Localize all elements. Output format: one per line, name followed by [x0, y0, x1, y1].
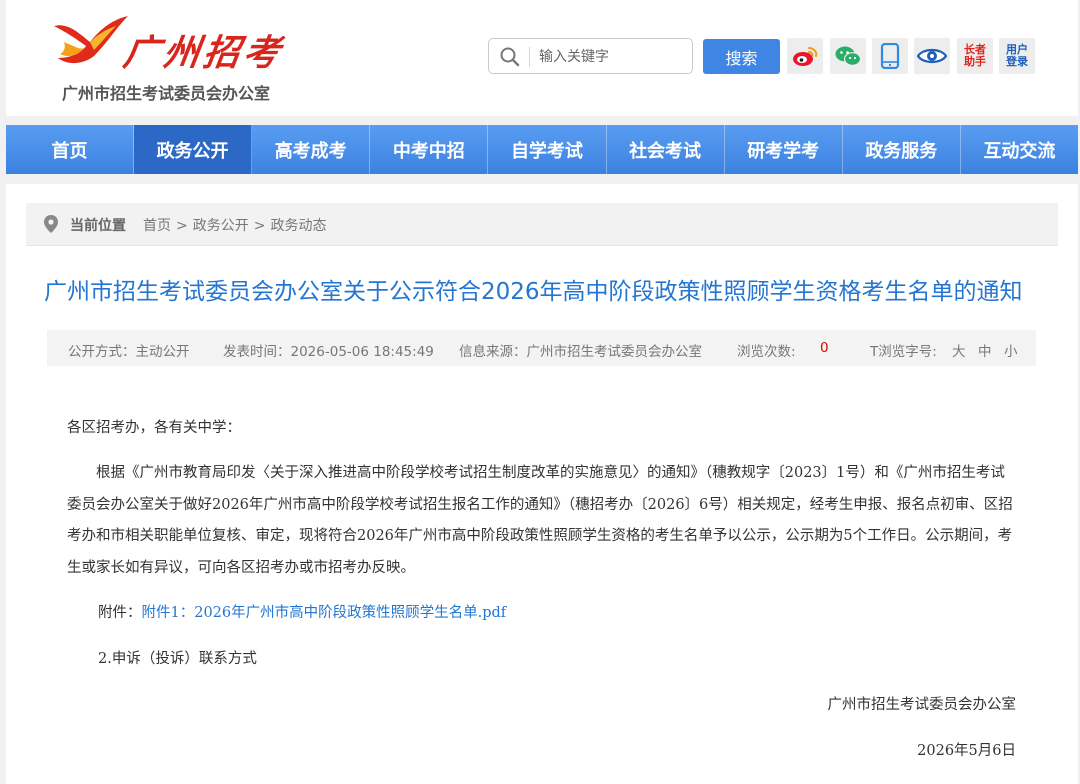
article-title: 广州市招生考试委员会办公室关于公示符合2026年高中阶段政策性照顾学生资格考生名…	[44, 279, 1023, 305]
font-size-medium[interactable]: 中	[978, 340, 992, 360]
breadcrumb-link-government-news[interactable]: 政务动态	[270, 218, 326, 234]
nav-item-college-exam[interactable]: 高考成考	[252, 125, 371, 174]
nav-item-government-affairs[interactable]: 政务公开	[134, 125, 253, 174]
search-icon[interactable]	[499, 46, 521, 68]
article-greeting: 各区招考办，各有关中学：	[67, 420, 241, 436]
wechat-icon	[835, 46, 862, 66]
user-login-button[interactable]: 用户 登录	[999, 38, 1035, 74]
attachment-line: 附件：附件1：2026年广州市高中阶段政策性照顾学生名单.pdf	[98, 601, 1058, 622]
weibo-button[interactable]	[787, 38, 823, 74]
user-login-icon: 用户 登录	[1006, 43, 1028, 68]
nav-item-graduate-exam[interactable]: 研考学考	[725, 125, 843, 174]
attachment-label: 附件：	[98, 605, 142, 621]
article-paragraph: 根据《广州市教育局印发〈关于深入推进高中阶段学校考试招生制度改革的实施意见〉的通…	[67, 465, 1013, 576]
font-size-small[interactable]: 小	[1004, 340, 1018, 360]
search-box	[488, 38, 693, 74]
location-pin-icon	[44, 215, 58, 233]
logo-text: 广州招考	[120, 32, 287, 74]
site-logo[interactable]: 广州招考 广州市招生考试委员会办公室	[50, 10, 290, 110]
signature-org: 广州市招生考试委员会办公室	[827, 697, 1017, 713]
breadcrumb-path: 首页 > 政务公开 > 政务动态	[143, 215, 326, 235]
logo-org-name: 广州市招生考试委员会办公室	[62, 84, 271, 103]
weibo-icon	[793, 47, 818, 66]
appeal-contact: 2.申诉（投诉）联系方式	[98, 651, 257, 667]
breadcrumb-separator: >	[176, 218, 188, 234]
site-header: 广州招考 广州市招生考试委员会办公室 搜索	[6, 0, 1078, 116]
breadcrumb: 当前位置 首页 > 政务公开 > 政务动态	[26, 203, 1058, 246]
nav-item-government-services[interactable]: 政务服务	[843, 125, 961, 174]
breadcrumb-link-government-affairs[interactable]: 政务公开	[193, 218, 249, 234]
nav-item-interaction[interactable]: 互动交流	[961, 125, 1078, 174]
logo-emblem-icon	[54, 16, 128, 64]
wechat-button[interactable]	[830, 38, 866, 74]
nav-item-self-study-exam[interactable]: 自学考试	[488, 125, 607, 174]
eye-icon	[917, 48, 947, 64]
elder-assistant-icon: 长者 助手	[964, 43, 986, 68]
content-panel: 当前位置 首页 > 政务公开 > 政务动态 广州市招生考试委员会办公室关于公示符合202…	[6, 184, 1078, 784]
mobile-button[interactable]	[872, 38, 908, 74]
breadcrumb-label: 当前位置	[70, 218, 126, 234]
breadcrumb-separator: >	[253, 218, 266, 234]
meta-views-count: 0	[820, 340, 829, 356]
font-size-large[interactable]: 大	[952, 340, 966, 360]
main-nav: 首页 政务公开 高考成考 中考中招 自学考试 社会考试 研考学考 政务服务 互动…	[6, 125, 1078, 174]
meta-source: 信息来源：广州市招生考试委员会办公室	[459, 344, 702, 360]
nav-item-social-exam[interactable]: 社会考试	[607, 125, 725, 174]
search-button[interactable]: 搜索	[703, 39, 780, 74]
elder-assistant-button[interactable]: 长者 助手	[957, 38, 993, 74]
meta-views-label: 浏览次数:	[737, 344, 796, 360]
article-meta-bar: 公开方式：主动公开 发表时间：2026-05-06 18:45:49 信息来源：…	[47, 330, 1036, 366]
nav-item-high-school-exam[interactable]: 中考中招	[370, 125, 489, 174]
accessibility-button[interactable]	[914, 38, 950, 74]
meta-published: 发表时间：2026-05-06 18:45:49	[223, 344, 434, 360]
attachment-link[interactable]: 附件1：2026年广州市高中阶段政策性照顾学生名单.pdf	[142, 605, 507, 621]
signature-date: 2026年5月6日	[917, 743, 1016, 759]
meta-disclosure: 公开方式：主动公开	[68, 344, 190, 360]
mobile-icon	[880, 43, 900, 69]
search-input[interactable]	[537, 43, 689, 71]
meta-font-size-label: T浏览字号:	[870, 344, 937, 360]
search-divider	[529, 47, 530, 67]
nav-item-home[interactable]: 首页	[6, 125, 134, 174]
breadcrumb-link-home[interactable]: 首页	[143, 218, 171, 234]
